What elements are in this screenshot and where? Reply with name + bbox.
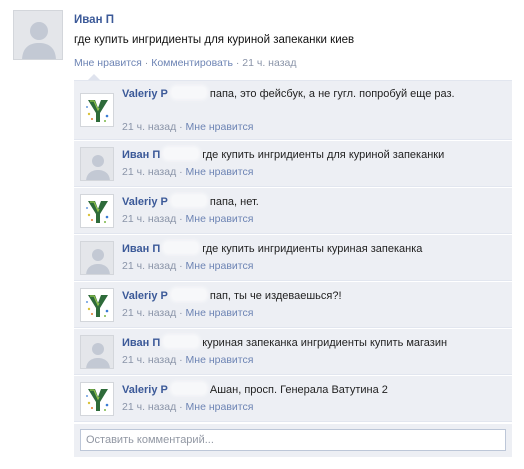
comments-list: Valeriy P папа, это фейсбук, а не гугл. п… — [74, 80, 512, 423]
comment-body: Иван П куриная запеканка ингридиенты купи… — [122, 336, 504, 350]
comment-body: Valeriy P пап, ты че издеваешься?! — [122, 289, 504, 303]
comment-time[interactable]: 21 ч. назад — [122, 401, 176, 413]
y-logo-icon[interactable] — [80, 288, 114, 322]
comment: Иван П куриная запеканка ингридиенты купи… — [74, 329, 512, 375]
comment-text: где купить ингридиенты куриная запеканка — [202, 243, 423, 255]
comment-body: Valeriy P папа, нет. — [122, 195, 504, 209]
like-link[interactable]: Мне нравится — [186, 401, 254, 413]
comment: Valeriy P папа, нет. 21 ч. назад · Мне нр… — [74, 188, 512, 234]
like-link[interactable]: Мне нравится — [74, 57, 142, 69]
comment-time[interactable]: 21 ч. назад — [122, 166, 176, 178]
comment-body: Иван П где купить ингридиенты куриная зап… — [122, 242, 504, 256]
comment-meta: 21 ч. назад · Мне нравится — [122, 307, 254, 319]
separator: · — [235, 57, 240, 69]
comment: Valeriy P папа, это фейсбук, а не гугл. п… — [74, 80, 512, 140]
comment-body: Valeriy P папа, это фейсбук, а не гугл. п… — [122, 87, 504, 101]
post-time[interactable]: 21 ч. назад — [242, 57, 296, 69]
comment-author[interactable]: Valeriy P — [122, 88, 168, 100]
like-link[interactable]: Мне нравится — [186, 260, 254, 272]
default-avatar-icon[interactable] — [80, 241, 114, 275]
blurred-name — [164, 336, 199, 347]
comment: Valeriy P Ашан, просп. Генерала Ватутина … — [74, 376, 512, 422]
comment-meta: 21 ч. назад · Мне нравится — [122, 354, 254, 366]
comment-author[interactable]: Иван П — [122, 149, 160, 161]
comment-author[interactable]: Иван П — [122, 243, 160, 255]
comment-meta: 21 ч. назад · Мне нравится — [122, 401, 254, 413]
comment-author[interactable]: Valeriy P — [122, 290, 168, 302]
default-avatar-icon[interactable] — [80, 335, 114, 369]
comment-input[interactable]: Оставить комментарий... — [80, 429, 506, 451]
y-logo-icon[interactable] — [80, 194, 114, 228]
comment-author[interactable]: Valeriy P — [122, 384, 168, 396]
comment-text: папа, нет. — [209, 196, 259, 208]
comment-body: Иван П где купить ингридиенты для куриной… — [122, 148, 504, 162]
like-link[interactable]: Мне нравится — [186, 166, 254, 178]
blurred-name — [171, 87, 206, 98]
comment-time[interactable]: 21 ч. назад — [122, 354, 176, 366]
comment-author[interactable]: Иван П — [122, 337, 160, 349]
comment-text: где купить ингридиенты для куриной запек… — [202, 149, 445, 161]
comment-author[interactable]: Valeriy P — [122, 196, 168, 208]
blurred-name — [171, 289, 206, 300]
comment-time[interactable]: 21 ч. назад — [122, 307, 176, 319]
blurred-name — [164, 148, 199, 159]
comment: Valeriy P пап, ты че издеваешься?! 21 ч. … — [74, 282, 512, 328]
comment-text: Ашан, просп. Генерала Ватутина 2 — [209, 384, 388, 396]
y-logo-icon[interactable] — [80, 93, 114, 127]
default-avatar-icon[interactable] — [80, 147, 114, 181]
comment-meta: 21 ч. назад · Мне нравится — [122, 166, 254, 178]
blurred-name — [171, 383, 206, 394]
like-link[interactable]: Мне нравится — [186, 307, 254, 319]
facebook-post: Иван П где купить ингридиенты для курино… — [0, 0, 524, 469]
comment-time[interactable]: 21 ч. назад — [122, 121, 176, 133]
comment-time[interactable]: 21 ч. назад — [122, 213, 176, 225]
comment-text: куриная запеканка ингридиенты купить маг… — [202, 337, 448, 349]
comment-meta: 21 ч. назад · Мне нравится — [122, 121, 254, 133]
comment-time[interactable]: 21 ч. назад — [122, 260, 176, 272]
comment-text: папа, это фейсбук, а не гугл. попробуй е… — [209, 88, 455, 100]
post-text: где купить ингридиенты для куриной запек… — [74, 34, 355, 46]
like-link[interactable]: Мне нравится — [186, 121, 254, 133]
like-link[interactable]: Мне нравится — [186, 213, 254, 225]
comment-meta: 21 ч. назад · Мне нравится — [122, 213, 254, 225]
default-avatar-icon[interactable] — [13, 10, 63, 60]
like-link[interactable]: Мне нравится — [186, 354, 254, 366]
comment-meta: 21 ч. назад · Мне нравится — [122, 260, 254, 272]
comment-text: пап, ты че издеваешься?! — [209, 290, 342, 302]
blurred-name — [164, 242, 199, 253]
y-logo-icon[interactable] — [80, 382, 114, 416]
blurred-name — [171, 195, 206, 206]
post-author[interactable]: Иван П — [74, 14, 114, 26]
comment: Иван П где купить ингридиенты куриная зап… — [74, 235, 512, 281]
post-meta: Мне нравится · Комментировать · 21 ч. на… — [74, 57, 296, 69]
comment-body: Valeriy P Ашан, просп. Генерала Ватутина … — [122, 383, 504, 397]
separator: · — [144, 57, 149, 69]
comment-link[interactable]: Комментировать — [151, 57, 233, 69]
comment: Иван П где купить ингридиенты для куриной… — [74, 141, 512, 187]
